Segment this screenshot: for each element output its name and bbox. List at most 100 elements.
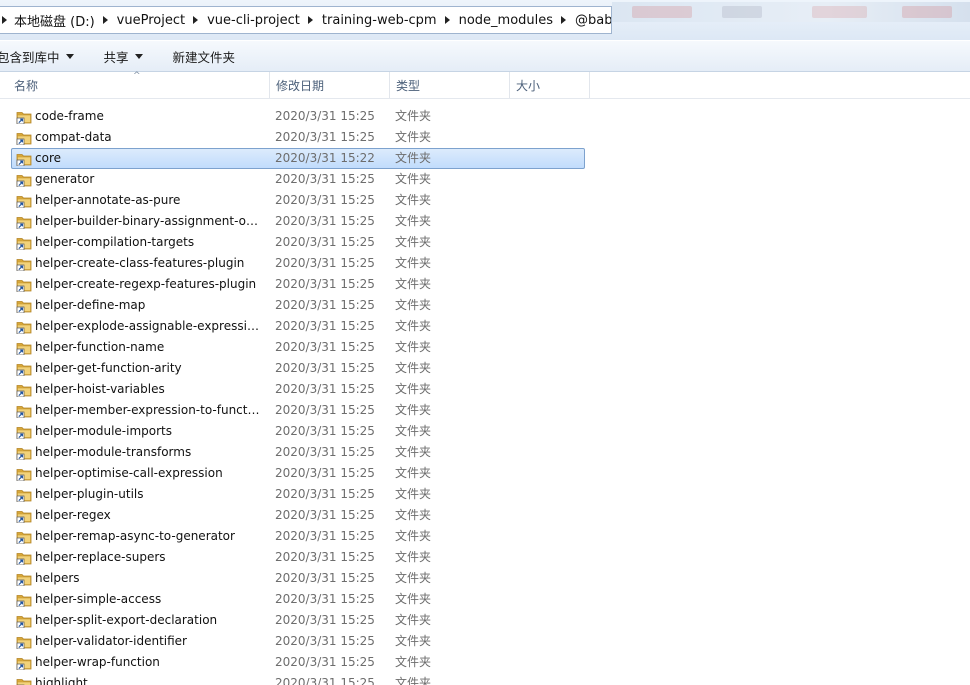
file-modified-date: 2020/3/31 15:25 bbox=[275, 424, 375, 438]
file-row[interactable]: generator 2020/3/31 15:25 文件夹 bbox=[11, 169, 585, 190]
file-type: 文件夹 bbox=[395, 298, 432, 312]
file-row[interactable]: compat-data 2020/3/31 15:25 文件夹 bbox=[11, 127, 585, 148]
file-modified-date: 2020/3/31 15:25 bbox=[275, 172, 375, 186]
file-row[interactable]: helper-function-name 2020/3/31 15:25 文件夹 bbox=[11, 337, 585, 358]
chevron-right-icon[interactable] bbox=[444, 16, 450, 24]
file-row[interactable]: helper-get-function-arity 2020/3/31 15:25… bbox=[11, 358, 585, 379]
breadcrumb-label: vue-cli-project bbox=[207, 12, 300, 28]
breadcrumb-item[interactable]: training-web-cpm bbox=[320, 7, 457, 33]
breadcrumb-item[interactable]: @babel bbox=[573, 7, 611, 33]
chevron-down-icon bbox=[65, 53, 74, 59]
file-name: helper-module-transforms bbox=[35, 445, 192, 459]
chevron-right-icon[interactable] bbox=[307, 16, 313, 24]
file-modified-date: 2020/3/31 15:25 bbox=[275, 214, 375, 228]
file-row[interactable]: helper-create-class-features-plugin 2020/… bbox=[11, 253, 585, 274]
address-bar: 本地磁盘 (D:) vueProject vue-cli-project traini… bbox=[0, 0, 970, 40]
folder-shortcut-icon bbox=[16, 656, 32, 671]
file-row[interactable]: highlight 2020/3/31 15:25 文件夹 bbox=[11, 673, 585, 685]
column-header-size-label: 大小 bbox=[516, 79, 541, 93]
file-row[interactable]: helper-define-map 2020/3/31 15:25 文件夹 bbox=[11, 295, 585, 316]
file-name: helper-replace-supers bbox=[35, 550, 166, 564]
file-list[interactable]: code-frame 2020/3/31 15:25 文件夹 compat-data 2… bbox=[0, 106, 970, 685]
file-row[interactable]: helper-simple-access 2020/3/31 15:25 文件夹 bbox=[11, 589, 585, 610]
file-row[interactable]: helper-optimise-call-expression 2020/3/31… bbox=[11, 463, 585, 484]
file-row[interactable]: helper-wrap-function 2020/3/31 15:25 文件夹 bbox=[11, 652, 585, 673]
folder-shortcut-icon bbox=[16, 194, 32, 209]
file-type: 文件夹 bbox=[395, 634, 432, 648]
file-modified-date: 2020/3/31 15:25 bbox=[275, 109, 375, 123]
file-row[interactable]: helper-member-expression-to-functi... 202… bbox=[11, 400, 585, 421]
file-modified-date: 2020/3/31 15:25 bbox=[275, 382, 375, 396]
folder-shortcut-icon bbox=[16, 677, 32, 685]
include-in-library-button[interactable]: 包含到库中 bbox=[0, 44, 104, 68]
file-row[interactable]: helper-hoist-variables 2020/3/31 15:25 文件夹 bbox=[11, 379, 585, 400]
folder-shortcut-icon bbox=[16, 257, 32, 272]
file-modified-date: 2020/3/31 15:25 bbox=[275, 193, 375, 207]
file-row[interactable]: helper-validator-identifier 2020/3/31 15:… bbox=[11, 631, 585, 652]
breadcrumb-label: training-web-cpm bbox=[321, 12, 437, 28]
file-name: helper-simple-access bbox=[35, 592, 162, 606]
chevron-right-icon[interactable] bbox=[561, 16, 567, 24]
column-header-size[interactable]: 大小 bbox=[510, 72, 590, 98]
file-type: 文件夹 bbox=[395, 277, 432, 291]
folder-shortcut-icon bbox=[16, 404, 32, 419]
file-name: helper-annotate-as-pure bbox=[35, 193, 181, 207]
column-header-type[interactable]: 类型 bbox=[390, 72, 510, 98]
file-row[interactable]: code-frame 2020/3/31 15:25 文件夹 bbox=[11, 106, 585, 127]
file-type: 文件夹 bbox=[395, 466, 432, 480]
breadcrumb-item[interactable]: vue-cli-project bbox=[205, 7, 320, 33]
breadcrumb-item[interactable]: node_modules bbox=[457, 7, 573, 33]
file-row[interactable]: helper-regex 2020/3/31 15:25 文件夹 bbox=[11, 505, 585, 526]
file-row[interactable]: helper-module-transforms 2020/3/31 15:25 文… bbox=[11, 442, 585, 463]
file-modified-date: 2020/3/31 15:25 bbox=[275, 130, 375, 144]
file-name: helper-explode-assignable-expression bbox=[35, 319, 261, 333]
file-row[interactable]: helper-create-regexp-features-plugin 2020… bbox=[11, 274, 585, 295]
file-name: core bbox=[35, 151, 61, 165]
file-name: helper-module-imports bbox=[35, 424, 172, 438]
file-name: highlight bbox=[35, 676, 88, 685]
file-row[interactable]: core 2020/3/31 15:22 文件夹 bbox=[11, 148, 585, 169]
breadcrumb[interactable]: 本地磁盘 (D:) vueProject vue-cli-project traini… bbox=[0, 6, 612, 34]
file-row[interactable]: helper-annotate-as-pure 2020/3/31 15:25 文件… bbox=[11, 190, 585, 211]
file-name: helper-split-export-declaration bbox=[35, 613, 218, 627]
file-row[interactable]: helper-builder-binary-assignment-op... 20… bbox=[11, 211, 585, 232]
column-header-name[interactable]: 名称 bbox=[8, 72, 270, 98]
chevron-right-icon[interactable] bbox=[102, 16, 108, 24]
chevron-right-icon[interactable] bbox=[2, 16, 7, 24]
breadcrumb-label: vueProject bbox=[116, 12, 186, 28]
file-type: 文件夹 bbox=[395, 403, 432, 417]
file-type: 文件夹 bbox=[395, 445, 432, 459]
column-header-row: ^ 名称 修改日期 类型 大小 bbox=[0, 72, 970, 99]
file-name: helper-get-function-arity bbox=[35, 361, 182, 375]
file-name: helper-hoist-variables bbox=[35, 382, 165, 396]
chevron-right-icon[interactable] bbox=[193, 16, 199, 24]
file-row[interactable]: helper-module-imports 2020/3/31 15:25 文件夹 bbox=[11, 421, 585, 442]
share-button[interactable]: 共享 bbox=[104, 44, 173, 68]
file-row[interactable]: helper-replace-supers 2020/3/31 15:25 文件夹 bbox=[11, 547, 585, 568]
file-type: 文件夹 bbox=[395, 319, 432, 333]
folder-shortcut-icon bbox=[16, 278, 32, 293]
file-modified-date: 2020/3/31 15:25 bbox=[275, 508, 375, 522]
file-row[interactable]: helper-split-export-declaration 2020/3/31… bbox=[11, 610, 585, 631]
file-row[interactable]: helpers 2020/3/31 15:25 文件夹 bbox=[11, 568, 585, 589]
blur-blob bbox=[722, 6, 762, 18]
blurred-background bbox=[612, 2, 970, 22]
file-row[interactable]: helper-plugin-utils 2020/3/31 15:25 文件夹 bbox=[11, 484, 585, 505]
breadcrumb-item[interactable]: vueProject bbox=[115, 7, 205, 33]
breadcrumb-item[interactable]: 本地磁盘 (D:) bbox=[12, 7, 115, 33]
file-name: helper-regex bbox=[35, 508, 111, 522]
file-modified-date: 2020/3/31 15:25 bbox=[275, 256, 375, 270]
file-row[interactable]: helper-compilation-targets 2020/3/31 15:2… bbox=[11, 232, 585, 253]
file-type: 文件夹 bbox=[395, 487, 432, 501]
file-modified-date: 2020/3/31 15:25 bbox=[275, 403, 375, 417]
file-row[interactable]: helper-explode-assignable-expression 2020… bbox=[11, 316, 585, 337]
folder-shortcut-icon bbox=[16, 614, 32, 629]
file-modified-date: 2020/3/31 15:25 bbox=[275, 529, 375, 543]
file-type: 文件夹 bbox=[395, 340, 432, 354]
column-header-date[interactable]: 修改日期 bbox=[270, 72, 390, 98]
folder-shortcut-icon bbox=[16, 530, 32, 545]
file-modified-date: 2020/3/31 15:22 bbox=[275, 151, 375, 165]
folder-shortcut-icon bbox=[16, 152, 32, 167]
new-folder-button[interactable]: 新建文件夹 bbox=[173, 44, 250, 68]
file-row[interactable]: helper-remap-async-to-generator 2020/3/31… bbox=[11, 526, 585, 547]
